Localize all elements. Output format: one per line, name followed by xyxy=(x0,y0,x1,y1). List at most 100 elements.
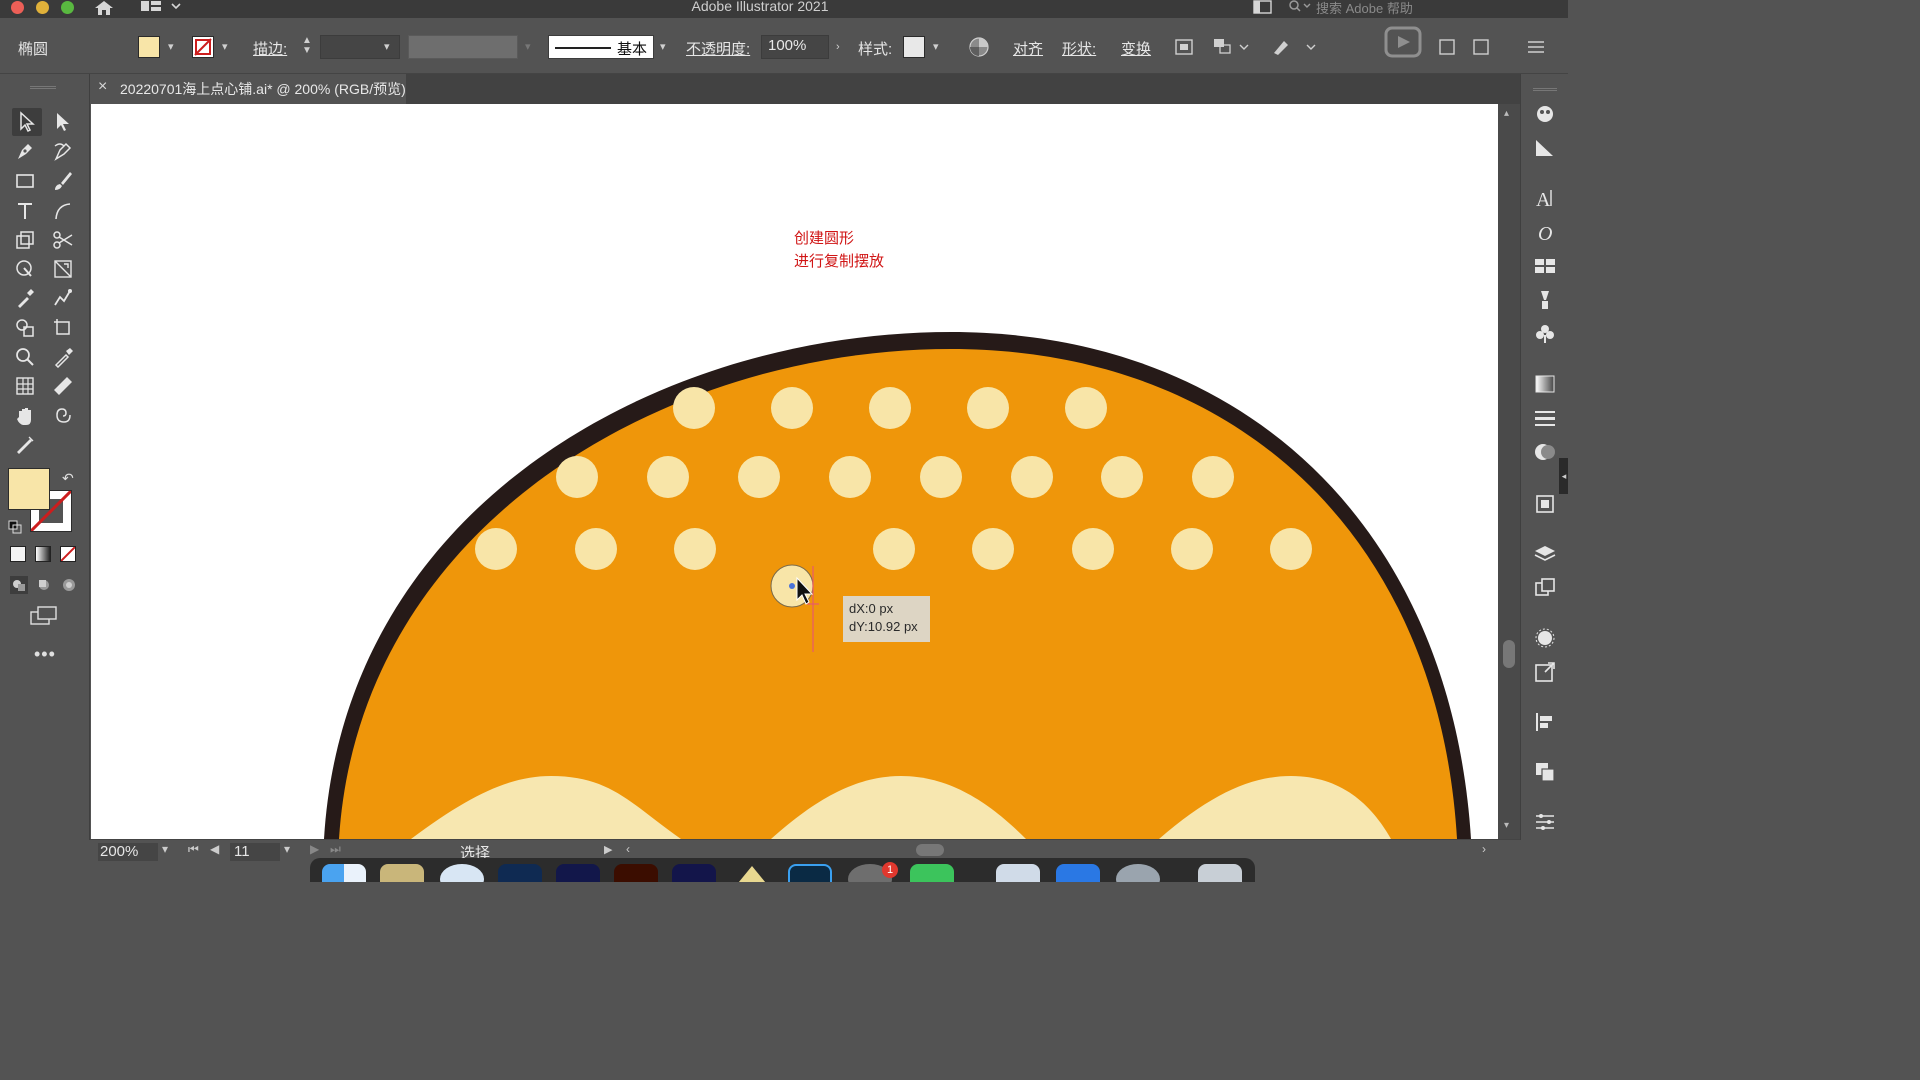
next-artboard-button[interactable]: ▶ xyxy=(310,842,319,856)
sesame-dot[interactable] xyxy=(1065,387,1107,429)
sesame-dot[interactable] xyxy=(738,456,780,498)
scroll-down-arrow[interactable]: ▾ xyxy=(1504,820,1509,831)
scroll-right-arrow[interactable]: › xyxy=(1482,842,1486,856)
stroke-color-swatch[interactable] xyxy=(192,36,214,58)
sesame-dot[interactable] xyxy=(673,387,715,429)
utility-icon[interactable] xyxy=(1116,864,1160,882)
sesame-dot[interactable] xyxy=(1011,456,1053,498)
transparency-panel-icon[interactable] xyxy=(1533,440,1557,464)
app-icon-triangle[interactable] xyxy=(730,864,774,882)
spiral-tool-icon[interactable] xyxy=(52,405,78,429)
sesame-dot[interactable] xyxy=(556,456,598,498)
artboard-canvas[interactable]: 创建圆形 进行复制摆放 dX:0 px dY:10.92 px xyxy=(91,104,1498,839)
sesame-dot[interactable] xyxy=(829,456,871,498)
color-picker-tool-icon[interactable] xyxy=(52,346,78,370)
help-search-field[interactable]: 搜索 Adobe 帮助 xyxy=(1286,0,1536,16)
scissors-tool-icon[interactable] xyxy=(52,229,78,253)
paintbrush-tool-icon[interactable] xyxy=(52,170,78,194)
character-panel-icon[interactable]: A xyxy=(1533,186,1557,211)
finder-icon[interactable] xyxy=(322,864,366,882)
sesame-dot[interactable] xyxy=(1270,528,1312,570)
screen-mode-icon[interactable] xyxy=(30,606,58,631)
arrange-documents-icon[interactable] xyxy=(1253,0,1273,17)
default-fill-stroke-icon[interactable] xyxy=(8,520,22,534)
artboard-dropdown-arrow[interactable]: ▾ xyxy=(284,842,290,856)
eyedropper-tool-icon[interactable] xyxy=(14,287,40,311)
measure-tool-icon[interactable] xyxy=(52,375,78,399)
sesame-dot[interactable] xyxy=(920,456,962,498)
brush-dropdown-arrow[interactable]: ▾ xyxy=(660,42,670,53)
free-transform-tool-icon[interactable] xyxy=(52,258,78,282)
variable-width-profile[interactable] xyxy=(408,35,518,59)
graphic-style-dropdown[interactable]: ▾ xyxy=(933,42,943,53)
image-trace-panel-icon[interactable] xyxy=(1533,136,1557,160)
brushes-panel-icon[interactable] xyxy=(1533,288,1557,312)
opentype-panel-icon[interactable]: O xyxy=(1533,220,1557,245)
artboards-panel-icon[interactable] xyxy=(1533,492,1557,516)
illustrator-icon[interactable] xyxy=(614,864,658,882)
sesame-dot[interactable] xyxy=(475,528,517,570)
layers-panel-icon[interactable] xyxy=(1533,542,1557,566)
stroke-weight-dropdown[interactable]: ▾ xyxy=(384,42,394,53)
sesame-dot[interactable] xyxy=(1072,528,1114,570)
arc-tool-icon[interactable] xyxy=(52,200,78,224)
stroke-dropdown-arrow[interactable]: ▾ xyxy=(222,42,232,53)
shape-builder-tool-icon[interactable] xyxy=(14,317,40,341)
align-button[interactable]: 对齐 xyxy=(1013,38,1043,59)
trash-icon[interactable] xyxy=(1198,864,1242,882)
artboard-number-field[interactable]: 11 xyxy=(230,843,280,861)
zoom-level-field[interactable]: 200% xyxy=(98,843,158,861)
blend-tool-icon[interactable] xyxy=(52,287,78,311)
sesame-dot[interactable] xyxy=(1192,456,1234,498)
messages-icon[interactable] xyxy=(910,864,954,882)
panel-grip-right[interactable] xyxy=(1533,88,1557,91)
premiere-icon[interactable] xyxy=(672,864,716,882)
sesame-dot[interactable] xyxy=(1101,456,1143,498)
color-mode-icon[interactable] xyxy=(10,546,26,562)
type-tool-icon[interactable] xyxy=(14,200,40,224)
stroke-panel-icon[interactable] xyxy=(1533,406,1557,430)
warp-tool-icon[interactable] xyxy=(14,258,40,282)
rectangle-tool-icon[interactable] xyxy=(14,170,40,194)
fill-dropdown-arrow[interactable]: ▾ xyxy=(168,42,178,53)
appearance-panel-icon[interactable] xyxy=(1533,626,1557,650)
edit-toolbar-icon[interactable] xyxy=(14,434,40,458)
more-tools-icon[interactable]: ••• xyxy=(34,644,56,665)
sesame-dot[interactable] xyxy=(972,528,1014,570)
vertical-scrollbar[interactable]: ▴ ▾ xyxy=(1498,104,1520,839)
sesame-dot[interactable] xyxy=(647,456,689,498)
scale-tool-icon[interactable] xyxy=(14,229,40,253)
last-artboard-button[interactable]: ⏭ xyxy=(330,842,341,857)
files-icon[interactable] xyxy=(1056,864,1100,882)
scroll-up-arrow[interactable]: ▴ xyxy=(1504,108,1509,119)
media-encoder-icon[interactable] xyxy=(556,864,600,882)
fill-swatch-front[interactable] xyxy=(8,468,50,510)
selection-tool-icon[interactable] xyxy=(12,108,42,136)
graphic-style-swatch[interactable] xyxy=(903,36,925,58)
panel-collapse-tab[interactable]: ◂ xyxy=(1559,458,1568,494)
sesame-dot[interactable] xyxy=(967,387,1009,429)
swatches-panel-icon[interactable] xyxy=(1533,254,1557,278)
asset-export-panel-icon[interactable] xyxy=(1533,576,1557,600)
status-menu-arrow[interactable]: ▶ xyxy=(604,843,612,856)
direct-selection-tool-icon[interactable] xyxy=(52,111,78,135)
sesame-dot[interactable] xyxy=(869,387,911,429)
pathfinder-panel-icon[interactable] xyxy=(1533,760,1557,784)
sesame-dot[interactable] xyxy=(873,528,915,570)
panel-grip[interactable] xyxy=(30,86,56,89)
gradient-panel-icon[interactable] xyxy=(1533,372,1557,396)
sesame-dot[interactable] xyxy=(1171,528,1213,570)
stroke-label[interactable]: 描边: xyxy=(253,38,287,59)
sesame-dot[interactable] xyxy=(771,387,813,429)
draw-normal-icon[interactable] xyxy=(10,576,28,599)
hand-tool-icon[interactable] xyxy=(14,405,40,429)
stroke-weight-stepper[interactable]: ▲ ▼ xyxy=(299,36,315,60)
isolate-selected-icon[interactable] xyxy=(1173,37,1195,61)
pen-tool-icon[interactable] xyxy=(14,140,40,164)
zoom-tool-icon[interactable] xyxy=(14,346,40,370)
gradient-mode-icon[interactable] xyxy=(35,546,51,562)
preview-icon[interactable] xyxy=(996,864,1040,882)
brush-definition-field[interactable]: 基本 xyxy=(548,35,654,59)
align-panel-icon[interactable] xyxy=(1533,710,1557,734)
pen-options-icon[interactable] xyxy=(1271,37,1319,61)
